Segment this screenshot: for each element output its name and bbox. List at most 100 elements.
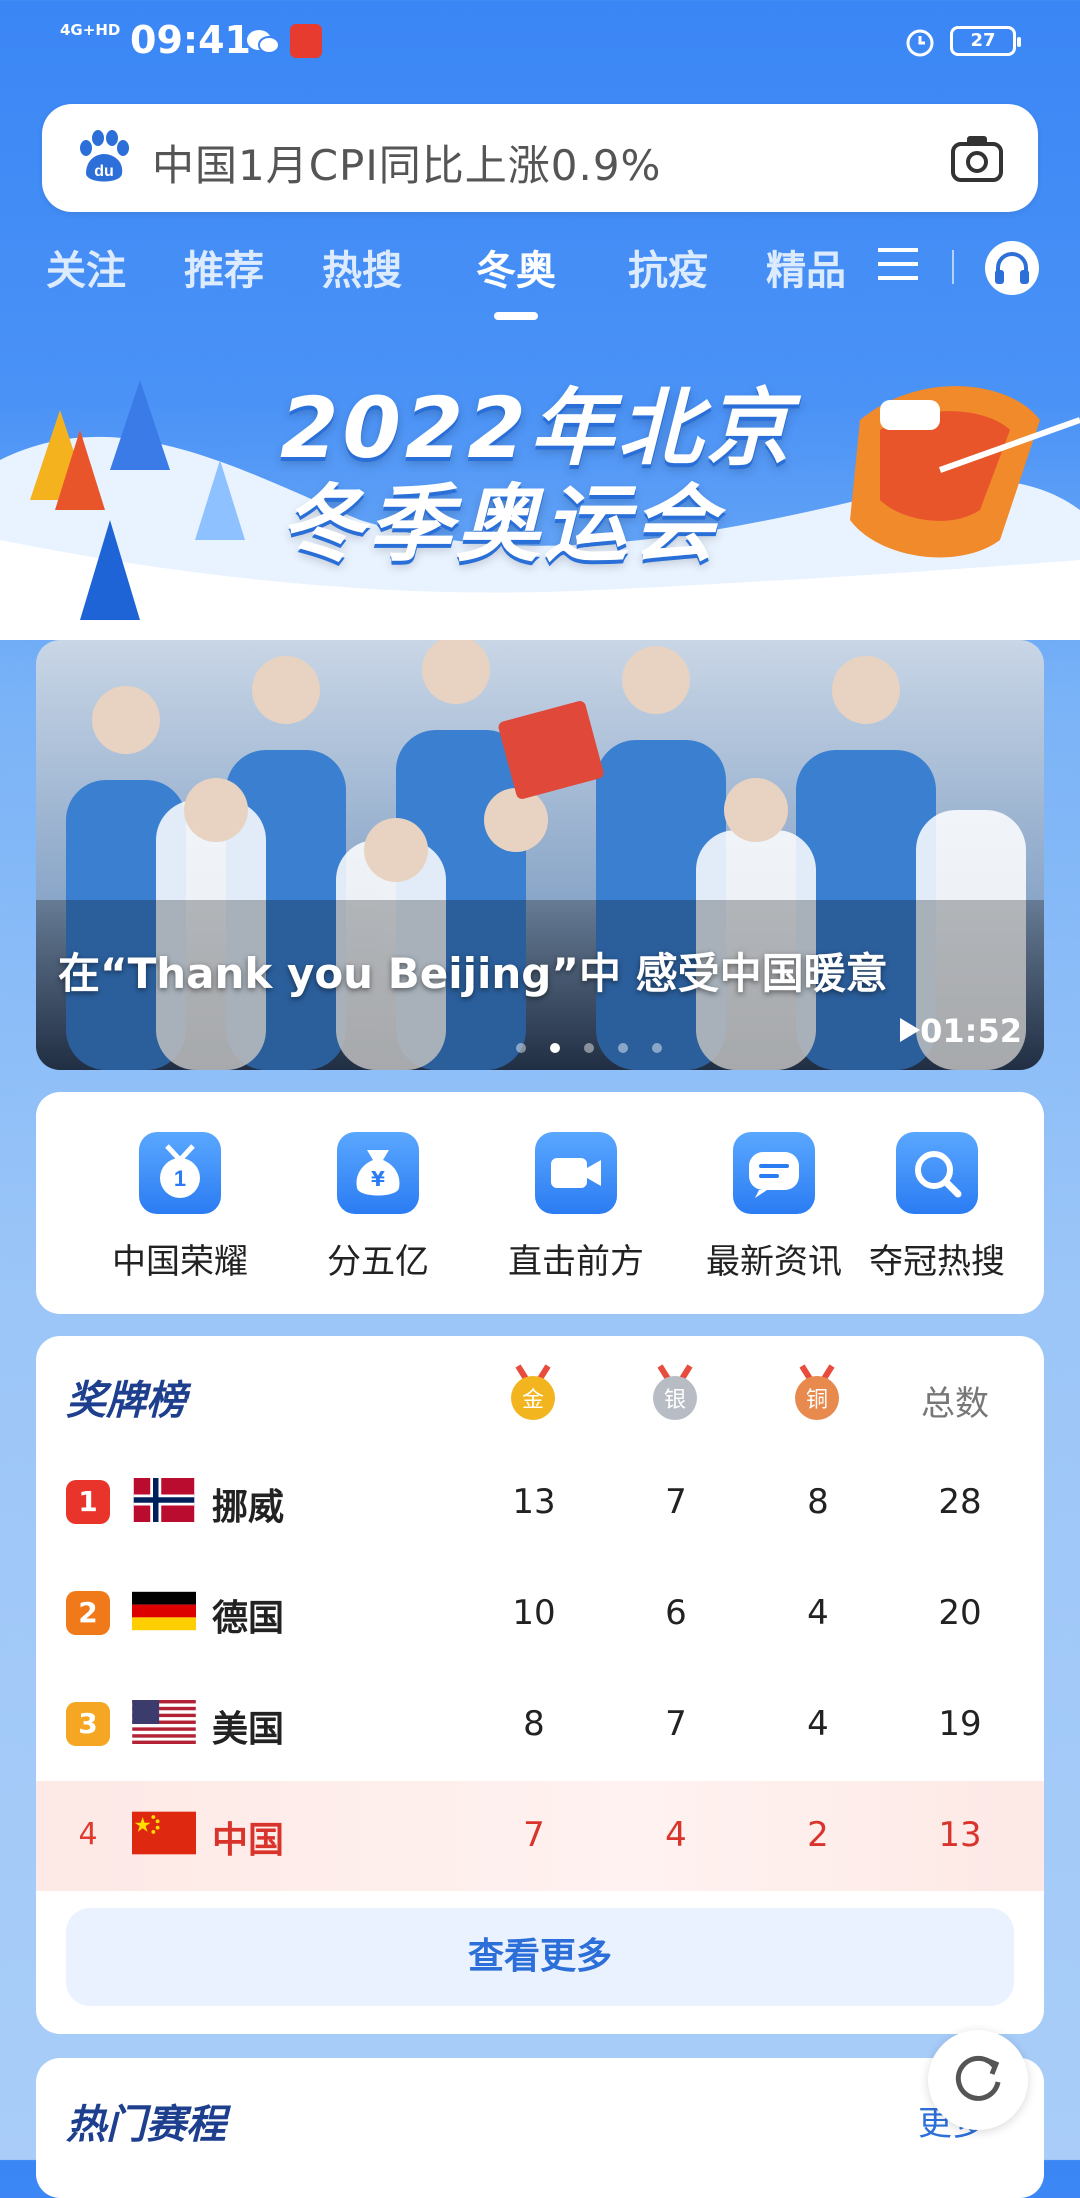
carousel-dot[interactable] [516, 1043, 526, 1053]
medal-row[interactable]: 3 美国 8 7 4 19 [36, 1670, 1044, 1780]
medal-table-card: 奖牌榜 金 银 铜 总数 1 挪威 13 7 8 28 2 德国 10 6 4 … [36, 1336, 1044, 2034]
shortcut-latest-news[interactable]: 最新资讯 [684, 1132, 864, 1283]
gold-medal-icon: 金 [511, 1364, 555, 1420]
country-name: 德国 [212, 1598, 285, 1639]
banner-title: 2022年北京 冬季奥运会 [280, 380, 794, 572]
tab-divider [952, 250, 954, 284]
gold-count: 13 [512, 1482, 556, 1522]
money-bag-icon: ¥ [337, 1132, 419, 1214]
battery-indicator: 27 [950, 26, 1021, 56]
rank-badge: 4 [78, 1817, 98, 1852]
medal-table-title: 奖牌榜 [66, 1378, 186, 1424]
bronze-count: 8 [807, 1482, 829, 1522]
norway-flag-icon [133, 1478, 195, 1522]
news-app-icon [290, 24, 322, 58]
silver-count: 7 [665, 1704, 687, 1744]
medal-row[interactable]: 2 德国 10 6 4 20 [36, 1559, 1044, 1669]
rank-badge: 2 [66, 1591, 110, 1635]
video-camera-icon [535, 1132, 617, 1214]
svg-text:¥: ¥ [371, 1167, 385, 1191]
total-count: 20 [938, 1593, 982, 1633]
tab-winter-olympics[interactable]: 冬奥 [476, 238, 556, 296]
active-tab-indicator [494, 312, 538, 320]
svg-text:du: du [94, 163, 114, 180]
clock: 09:41 [130, 18, 251, 62]
svg-text:铜: 铜 [806, 1388, 828, 1413]
shortcut-label: 最新资讯 [706, 1242, 842, 1282]
gold-count: 8 [523, 1704, 545, 1744]
view-more-button[interactable]: 查看更多 [66, 1908, 1014, 2006]
medal-row[interactable]: 1 挪威 13 7 8 28 [36, 1448, 1044, 1558]
tab-hot-search[interactable]: 热搜 [322, 238, 402, 296]
headphone-icon[interactable] [984, 240, 1040, 296]
message-icon [733, 1132, 815, 1214]
menu-icon[interactable] [876, 246, 920, 282]
shortcut-china-glory[interactable]: 1 中国荣耀 [90, 1132, 270, 1283]
total-count: 13 [938, 1815, 982, 1855]
carousel-dot[interactable] [618, 1043, 628, 1053]
bronze-count: 2 [807, 1815, 829, 1855]
shortcut-label: 中国荣耀 [112, 1242, 248, 1282]
hot-schedule-card: 热门赛程 更多 [36, 2058, 1044, 2198]
total-count: 19 [938, 1704, 982, 1744]
video-caption: 在“Thank you Beijing”中 感受中国暖意 [58, 949, 888, 998]
medal-icon: 1 [139, 1132, 221, 1214]
refresh-icon [955, 2055, 1001, 2101]
silver-medal-icon: 银 [653, 1364, 697, 1420]
rank-badge: 1 [66, 1480, 110, 1524]
refresh-button[interactable] [928, 2030, 1028, 2130]
shortcut-split-500m[interactable]: ¥ 分五亿 [288, 1132, 468, 1283]
country-name: 美国 [212, 1709, 285, 1750]
search-box[interactable]: du 中国1月CPI同比上涨0.9% [42, 104, 1038, 212]
silver-count: 4 [665, 1815, 687, 1855]
play-icon[interactable] [900, 1018, 920, 1042]
featured-video-card[interactable]: 在“Thank you Beijing”中 感受中国暖意 01:52 [36, 640, 1044, 1070]
carousel-dot-active[interactable] [550, 1043, 560, 1053]
silver-count: 6 [665, 1593, 687, 1633]
video-duration: 01:52 [920, 1012, 1022, 1050]
country-name: 中国 [212, 1820, 285, 1861]
china-flag-icon [132, 1811, 196, 1855]
tab-anti-epidemic[interactable]: 抗疫 [628, 238, 708, 296]
country-name: 挪威 [212, 1487, 285, 1528]
svg-text:银: 银 [664, 1388, 686, 1413]
shortcut-label: 夺冠热搜 [869, 1242, 1005, 1282]
svg-text:金: 金 [522, 1388, 544, 1413]
schedule-title: 热门赛程 [66, 2102, 226, 2148]
shortcut-label: 分五亿 [327, 1242, 429, 1282]
shortcut-label: 直击前方 [508, 1242, 644, 1282]
shortcut-front-line[interactable]: 直击前方 [486, 1132, 666, 1283]
wechat-icon [247, 30, 280, 54]
carousel-dot[interactable] [584, 1043, 594, 1053]
alarm-icon [906, 29, 934, 57]
search-input[interactable]: 中国1月CPI同比上涨0.9% [152, 132, 661, 193]
silver-count: 7 [665, 1482, 687, 1522]
banner-title-line2: 冬季奥运会 [280, 475, 721, 573]
shortcut-grid: 1 中国荣耀 ¥ 分五亿 直击前方 最新资讯 夺冠热搜 [36, 1092, 1044, 1314]
bronze-count: 4 [807, 1593, 829, 1633]
bronze-count: 4 [807, 1704, 829, 1744]
svg-text:1: 1 [174, 1166, 186, 1191]
usa-flag-icon [132, 1700, 196, 1744]
rank-badge: 3 [66, 1702, 110, 1746]
baidu-logo-icon: du [80, 130, 129, 182]
banner-title-line1: 2022年北京 [280, 379, 794, 477]
tab-recommend[interactable]: 推荐 [184, 238, 264, 296]
germany-flag-icon [132, 1591, 196, 1631]
camera-icon[interactable] [950, 132, 1004, 184]
status-bar: 4G+HD 09:41 27 [0, 0, 1080, 90]
tab-featured[interactable]: 精品 [766, 238, 846, 296]
gold-count: 10 [512, 1593, 556, 1633]
video-thumbnail [36, 640, 1044, 1070]
search-icon [896, 1132, 978, 1214]
tab-follow[interactable]: 关注 [46, 238, 126, 296]
total-count: 28 [938, 1482, 982, 1522]
total-column-header: 总数 [921, 1384, 989, 1424]
bronze-medal-icon: 铜 [795, 1364, 839, 1420]
medal-row-highlighted[interactable]: 4 中国 7 4 2 13 [36, 1781, 1044, 1891]
shortcut-champion-search[interactable]: 夺冠热搜 [862, 1132, 1012, 1283]
carousel-dot[interactable] [652, 1043, 662, 1053]
carousel-dots [504, 1038, 674, 1057]
gold-count: 7 [523, 1815, 545, 1855]
network-indicator: 4G+HD [60, 21, 121, 39]
